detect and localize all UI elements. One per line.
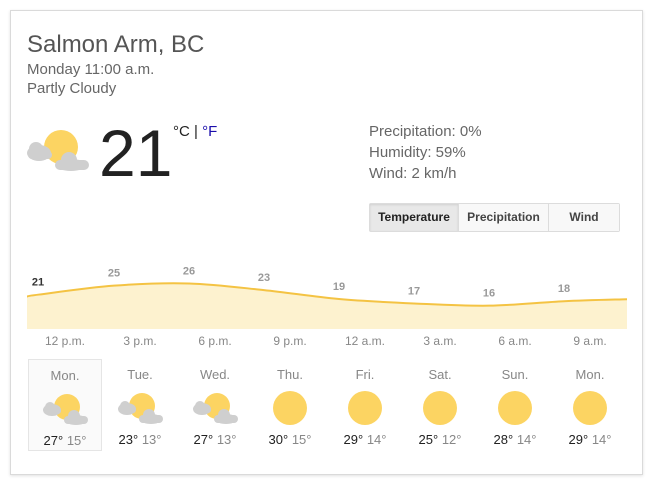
- day-forecast-3[interactable]: Thu. 30° 15°: [253, 359, 327, 451]
- day-name: Thu.: [276, 367, 303, 382]
- hour-label: 9 p.m.: [273, 334, 307, 348]
- sunny-icon: [416, 388, 464, 428]
- tab-wind[interactable]: Wind: [548, 204, 619, 231]
- date-time: Monday 11:00 a.m.: [27, 61, 155, 78]
- unit-switch: °C | °F: [173, 123, 217, 140]
- day-name: Fri.: [355, 367, 375, 382]
- day-low: 15°: [291, 432, 312, 447]
- day-low: 13°: [216, 432, 237, 447]
- current-temperature: 21: [99, 116, 173, 190]
- day-temps: 30° 15°: [253, 432, 327, 447]
- day-high: 25°: [418, 432, 439, 447]
- hour-temp-label: 23: [258, 272, 270, 284]
- day-forecast-4[interactable]: Fri. 29° 14°: [328, 359, 402, 451]
- day-temps: 27° 15°: [29, 433, 101, 448]
- hour-temp-label: 26: [183, 265, 195, 277]
- day-high: 29°: [568, 432, 589, 447]
- temperature-area: [27, 283, 627, 329]
- hour-temp-label: 18: [558, 283, 570, 295]
- day-forecast-0[interactable]: Mon. 27° 15°: [28, 359, 102, 451]
- precipitation-text: Precipitation: 0%: [369, 123, 482, 140]
- day-forecast-5[interactable]: Sat. 25° 12°: [403, 359, 477, 451]
- hour-labels: 12 p.m. 3 p.m. 6 p.m. 9 p.m. 12 a.m. 3 a.m. 6 …: [27, 334, 627, 350]
- daily-forecast: Mon. 27° 15° Tue. 23° 13° Wed. 27° 13° Thu. 30°…: [27, 359, 627, 453]
- day-temps: 23° 13°: [103, 432, 177, 447]
- day-temps: 29° 14°: [328, 432, 402, 447]
- hour-temp-label: 25: [108, 268, 120, 280]
- weather-details: Precipitation: 0% Humidity: 59% Wind: 2 …: [369, 121, 482, 184]
- day-temps: 28° 14°: [478, 432, 552, 447]
- day-name: Mon.: [575, 367, 605, 382]
- hour-temp-label: 19: [333, 281, 345, 293]
- unit-fahrenheit[interactable]: °F: [202, 123, 217, 140]
- day-high: 23°: [118, 432, 139, 447]
- day-name: Wed.: [199, 367, 231, 382]
- sunny-icon: [341, 388, 389, 428]
- day-low: 14°: [516, 432, 537, 447]
- hour-label: 12 a.m.: [344, 334, 386, 348]
- hour-label: 6 a.m.: [498, 334, 532, 348]
- weather-card: Salmon Arm, BC Monday 11:00 a.m. Partly …: [10, 10, 643, 475]
- humidity-text: Humidity: 59%: [369, 144, 466, 161]
- day-temps: 27° 13°: [178, 432, 252, 447]
- day-high: 29°: [343, 432, 364, 447]
- hour-label: 6 p.m.: [198, 334, 232, 348]
- hour-label: 12 p.m.: [44, 334, 86, 348]
- day-low: 14°: [591, 432, 612, 447]
- day-high: 27°: [193, 432, 214, 447]
- wind-text: Wind: 2 km/h: [369, 165, 457, 182]
- partly-cloudy-icon: [116, 388, 164, 428]
- temperature-graph[interactable]: 21 25 26 23 19 17 16 18: [27, 251, 627, 331]
- day-name: Tue.: [127, 367, 153, 382]
- hour-temp-label: 17: [408, 285, 420, 297]
- sunny-icon: [266, 388, 314, 428]
- day-name: Mon.: [50, 368, 80, 383]
- sunny-icon: [566, 388, 614, 428]
- condition-text: Partly Cloudy: [27, 80, 117, 97]
- day-low: 15°: [66, 433, 87, 448]
- partly-cloudy-icon: [41, 389, 89, 429]
- day-high: 30°: [268, 432, 289, 447]
- day-forecast-2[interactable]: Wed. 27° 13°: [178, 359, 252, 451]
- sunny-icon: [491, 388, 539, 428]
- hour-label: 9 a.m.: [573, 334, 607, 348]
- day-forecast-6[interactable]: Sun. 28° 14°: [478, 359, 552, 451]
- day-high: 28°: [493, 432, 514, 447]
- unit-celsius[interactable]: °C: [173, 123, 190, 140]
- day-forecast-1[interactable]: Tue. 23° 13°: [103, 359, 177, 451]
- unit-separator: |: [189, 123, 203, 140]
- graph-tabs: Temperature Precipitation Wind: [369, 203, 620, 232]
- day-low: 12°: [441, 432, 462, 447]
- partly-cloudy-icon: [27, 130, 89, 171]
- tab-precipitation[interactable]: Precipitation: [458, 204, 548, 231]
- partly-cloudy-icon: [191, 388, 239, 428]
- hour-temp-label: 21: [32, 277, 44, 289]
- day-low: 14°: [366, 432, 387, 447]
- day-low: 13°: [141, 432, 162, 447]
- hour-temp-label: 16: [483, 288, 495, 300]
- hour-label: 3 a.m.: [423, 334, 457, 348]
- day-temps: 25° 12°: [403, 432, 477, 447]
- hour-label: 3 p.m.: [123, 334, 157, 348]
- day-name: Sat.: [428, 367, 452, 382]
- day-temps: 29° 14°: [553, 432, 627, 447]
- day-name: Sun.: [501, 367, 529, 382]
- day-high: 27°: [43, 433, 64, 448]
- tab-temperature[interactable]: Temperature: [370, 204, 458, 231]
- location-title: Salmon Arm, BC: [27, 31, 205, 58]
- day-forecast-7[interactable]: Mon. 29° 14°: [553, 359, 627, 451]
